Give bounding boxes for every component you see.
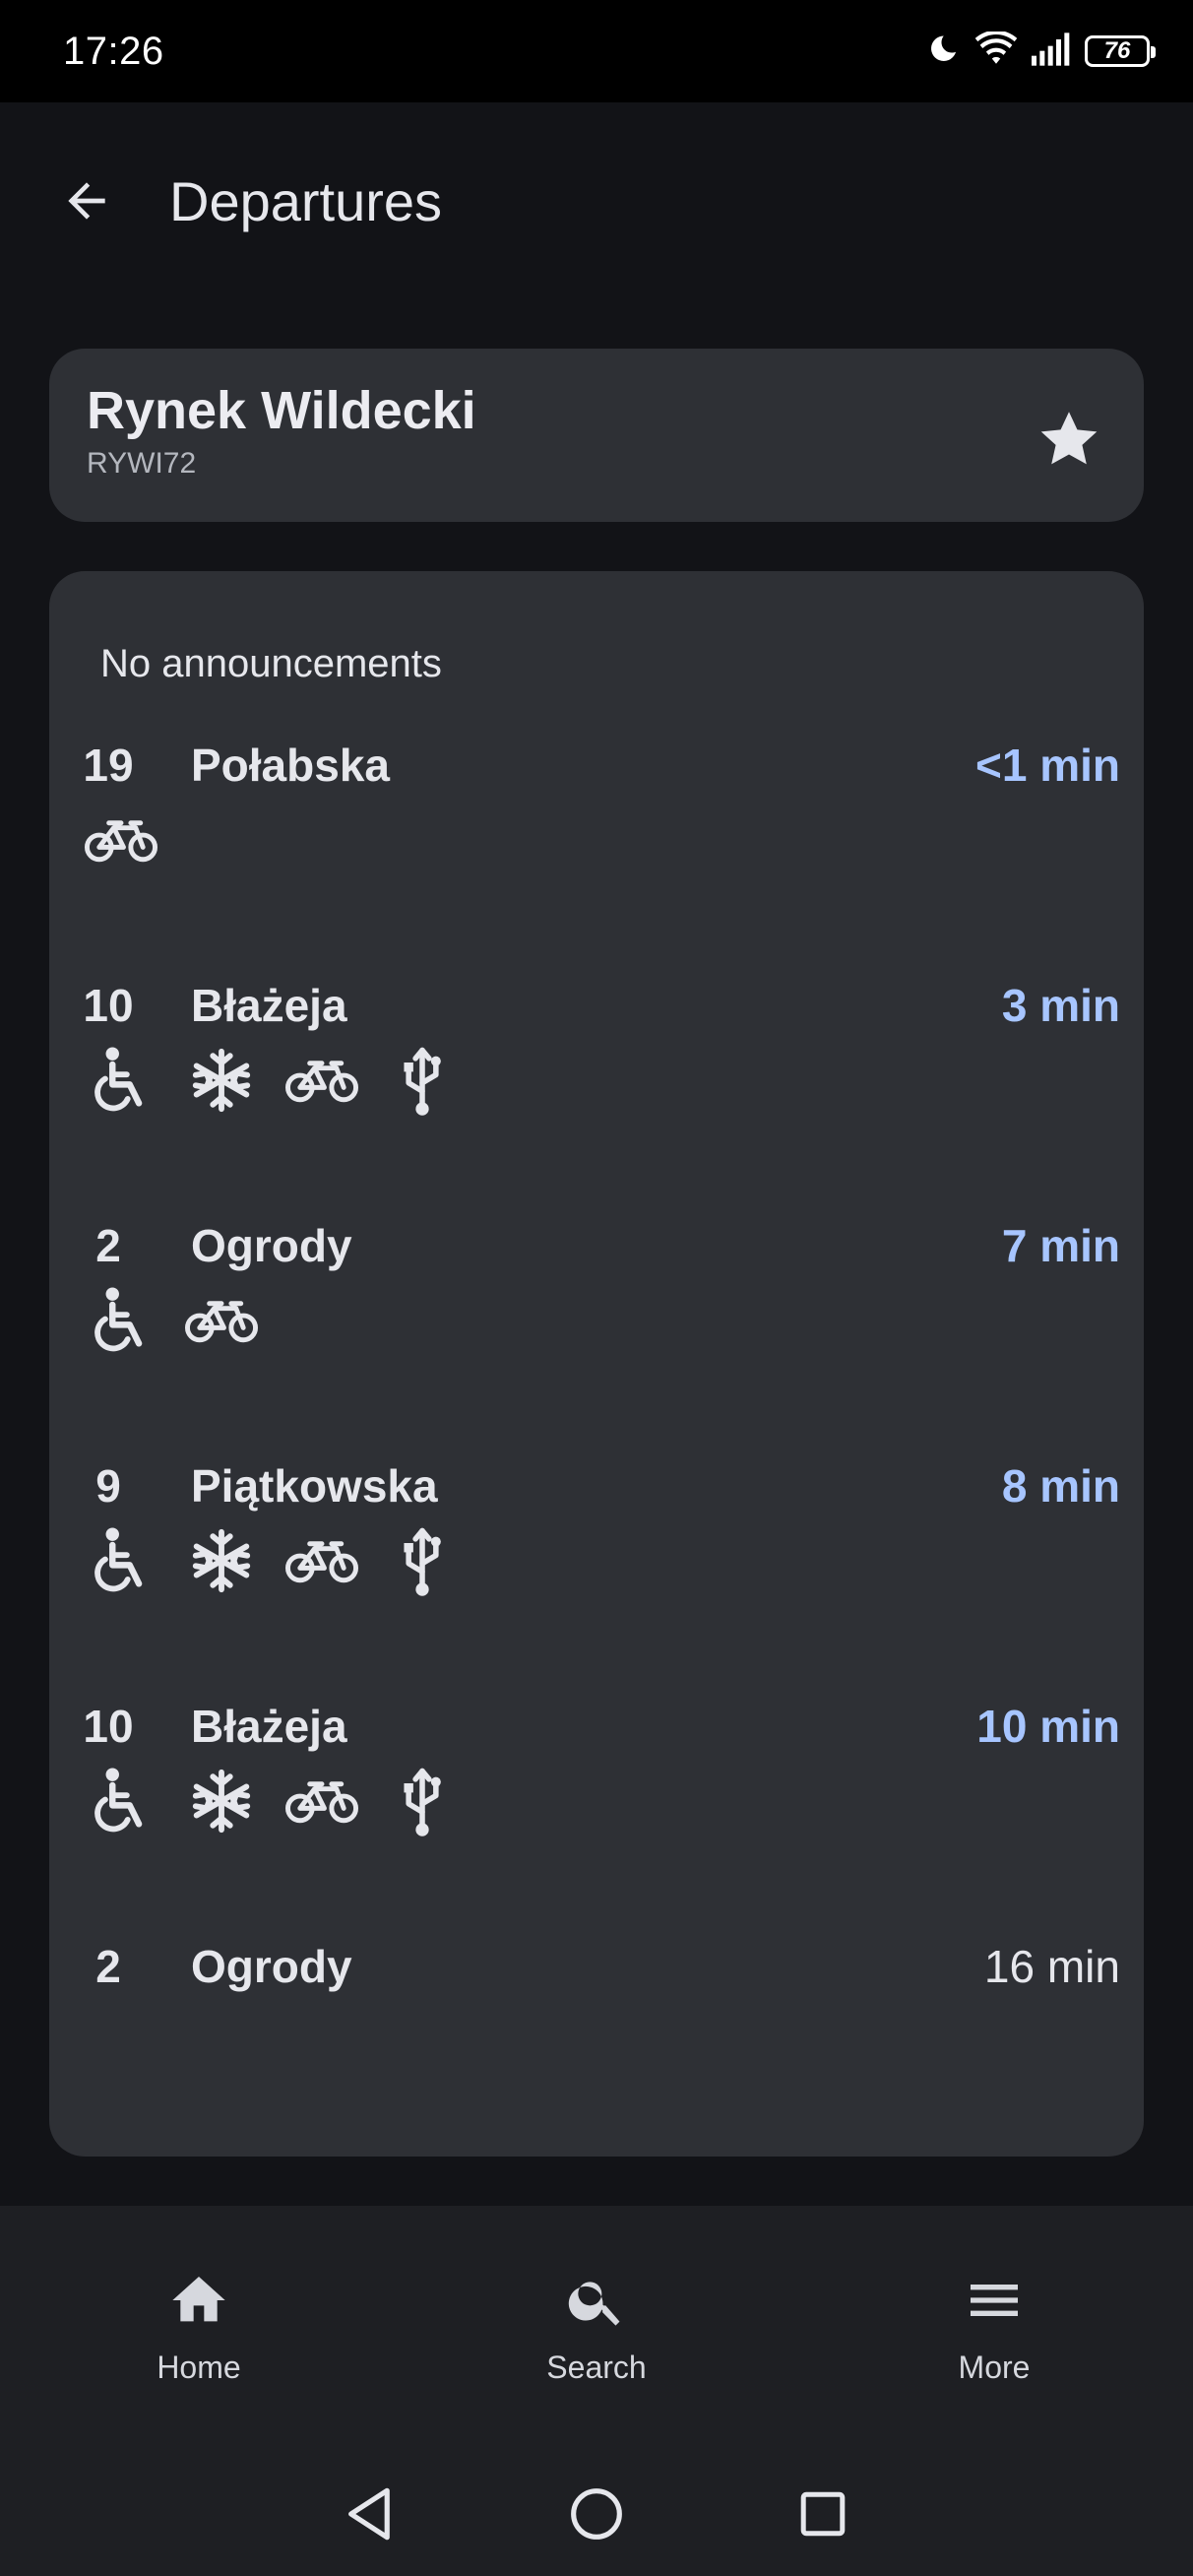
departure-destination: Piątkowska [191, 1460, 438, 1512]
departure-line-number: 10 [83, 980, 134, 1031]
stop-name: Rynek Wildecki [87, 381, 476, 440]
status-time: 17:26 [63, 29, 164, 73]
bike-icon [285, 1044, 358, 1117]
departure-line-number: 9 [95, 1460, 121, 1512]
menu-icon [971, 2285, 1018, 2316]
moon-icon [925, 32, 961, 72]
system-nav [0, 2452, 1193, 2576]
wheelchair-icon [85, 1284, 157, 1357]
departure-destination: Połabska [191, 740, 390, 791]
departure-time: <1 min [974, 740, 1120, 791]
status-icons: 76 [925, 30, 1156, 72]
departure-row[interactable]: 9 Piątkowska 8 min [49, 1459, 1144, 1700]
departure-features [85, 1524, 459, 1597]
arrow-left-icon [68, 182, 105, 220]
snowflake-icon [185, 1765, 258, 1837]
app-bar: Departures [0, 102, 1193, 299]
circle-home-icon [571, 2488, 622, 2540]
system-recents-button[interactable] [793, 2484, 852, 2544]
usb-icon [386, 1044, 459, 1117]
departure-destination: Błażeja [191, 980, 347, 1031]
departures-list[interactable]: No announcements 19 Połabska <1 min 10 Błaże… [49, 571, 1144, 2157]
departure-row[interactable]: 10 Błażeja 3 min [49, 979, 1144, 1219]
nav-more-label: More [958, 2350, 1031, 2385]
triangle-back-icon [348, 2487, 390, 2541]
stop-code: RYWI72 [87, 447, 197, 480]
departure-time: 8 min [1001, 1460, 1120, 1512]
page-title: Departures [169, 169, 443, 232]
announcements-text: No announcements [100, 642, 442, 685]
system-home-button[interactable] [567, 2484, 626, 2544]
nav-home[interactable]: Home [0, 2206, 398, 2452]
departure-time: 10 min [976, 1701, 1120, 1752]
departure-row[interactable]: 2 Ogrody 16 min [49, 1940, 1144, 2157]
snowflake-icon [185, 1524, 258, 1597]
favorite-button[interactable] [1030, 400, 1108, 479]
battery-level: 76 [1103, 37, 1131, 64]
nav-more[interactable]: More [795, 2206, 1193, 2452]
nav-search-label: Search [546, 2350, 647, 2385]
departure-line-number: 10 [83, 1701, 134, 1752]
nav-search[interactable]: Search [398, 2206, 795, 2452]
departure-destination: Błażeja [191, 1701, 347, 1752]
bike-icon [285, 1765, 358, 1837]
square-recents-icon [800, 2491, 846, 2537]
departure-row[interactable]: 10 Błażeja 10 min [49, 1700, 1144, 1940]
departure-features [85, 804, 157, 876]
bike-icon [85, 804, 157, 876]
departure-line-number: 2 [95, 1220, 121, 1271]
home-icon [172, 2277, 225, 2322]
nav-home-label: Home [157, 2350, 241, 2385]
bike-icon [185, 1284, 258, 1357]
signal-icon [1032, 32, 1071, 71]
back-button[interactable] [55, 169, 118, 232]
bottom-nav: Home Search More [0, 2206, 1193, 2452]
departure-time: 7 min [1001, 1220, 1120, 1271]
departure-destination: Ogrody [191, 1220, 352, 1271]
snowflake-icon [185, 1044, 258, 1117]
wheelchair-icon [85, 1044, 157, 1117]
departure-time: 16 min [983, 1941, 1120, 1992]
departure-destination: Ogrody [191, 1941, 352, 1992]
usb-icon [386, 1765, 459, 1837]
star-icon [1040, 412, 1098, 465]
departure-features [85, 1765, 459, 1837]
wifi-icon [974, 30, 1018, 72]
departure-time: 3 min [1001, 980, 1120, 1031]
search-icon [568, 2282, 620, 2326]
battery-icon: 76 [1085, 35, 1156, 67]
status-bar: 17:26 76 [0, 0, 1193, 102]
usb-icon [386, 1524, 459, 1597]
departure-row[interactable]: 2 Ogrody 7 min [49, 1219, 1144, 1459]
departure-line-number: 19 [83, 740, 134, 791]
stop-card: Rynek Wildecki RYWI72 [49, 349, 1144, 522]
wheelchair-icon [85, 1765, 157, 1837]
bike-icon [285, 1524, 358, 1597]
departure-row[interactable]: 19 Połabska <1 min [49, 739, 1144, 979]
departure-line-number: 2 [95, 1941, 121, 1992]
departure-features [85, 1284, 258, 1357]
wheelchair-icon [85, 1524, 157, 1597]
departure-features [85, 1044, 459, 1117]
system-back-button[interactable] [341, 2484, 400, 2544]
